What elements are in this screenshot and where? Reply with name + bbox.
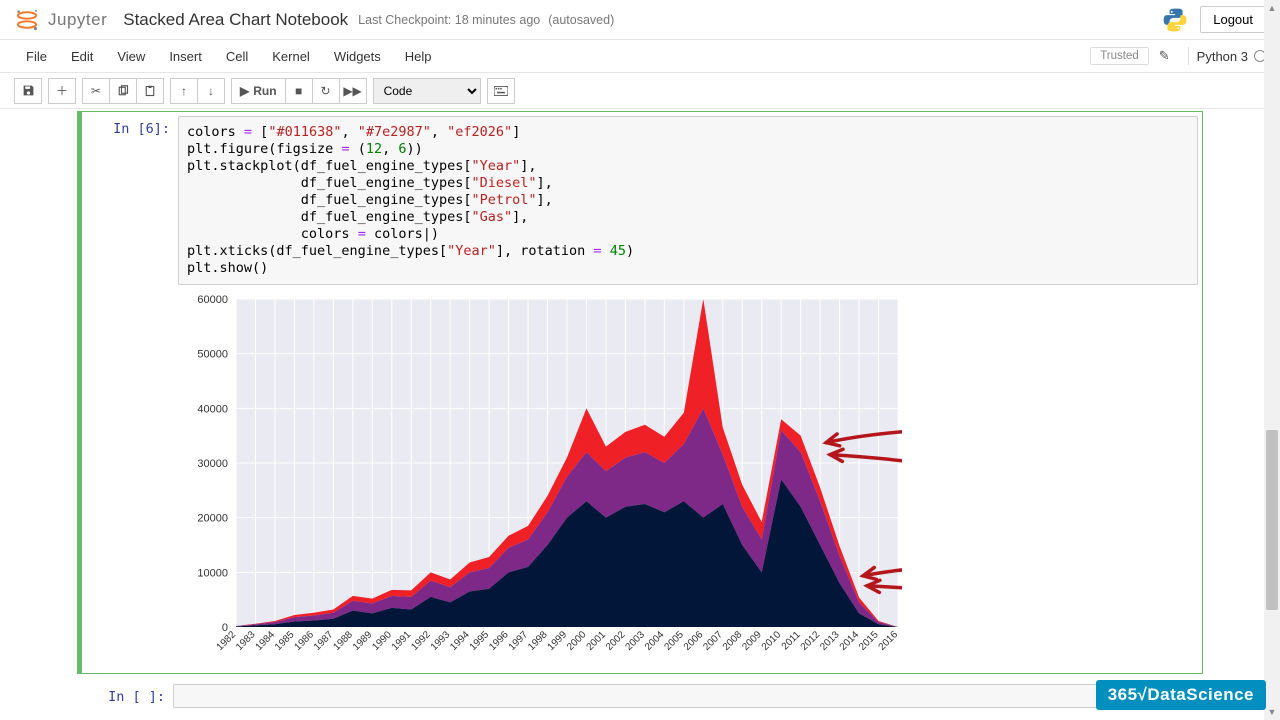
svg-text:60000: 60000 — [197, 294, 228, 306]
svg-text:50000: 50000 — [197, 349, 228, 361]
svg-text:2015: 2015 — [857, 629, 881, 653]
menu-view[interactable]: View — [105, 43, 157, 70]
vertical-scrollbar[interactable]: ▲ ▼ — [1264, 0, 1280, 720]
autosaved-text: (autosaved) — [548, 13, 614, 27]
svg-text:1989: 1989 — [351, 629, 375, 653]
svg-text:2010: 2010 — [760, 629, 784, 653]
checkpoint-text: Last Checkpoint: 18 minutes ago — [358, 13, 540, 27]
command-palette-icon[interactable] — [487, 78, 515, 104]
svg-text:1994: 1994 — [448, 629, 472, 653]
fast-forward-icon[interactable]: ▶▶ — [339, 78, 367, 104]
svg-text:2008: 2008 — [721, 629, 745, 653]
header: Jupyter Stacked Area Chart Notebook Last… — [0, 0, 1280, 40]
svg-text:2012: 2012 — [799, 629, 823, 653]
logout-button[interactable]: Logout — [1200, 6, 1266, 33]
svg-text:1992: 1992 — [409, 629, 433, 653]
svg-text:30000: 30000 — [197, 458, 228, 470]
code-cell[interactable]: In [6]: colors = ["#011638", "#7e2987", … — [77, 111, 1203, 674]
move-up-icon[interactable]: ↑ — [170, 78, 198, 104]
menu-file[interactable]: File — [14, 43, 59, 70]
menu-widgets[interactable]: Widgets — [322, 43, 393, 70]
svg-text:2016: 2016 — [877, 629, 901, 653]
notebook-container: In [6]: colors = ["#011638", "#7e2987", … — [0, 109, 1280, 720]
svg-text:1982: 1982 — [215, 629, 239, 653]
svg-text:2002: 2002 — [604, 629, 628, 653]
python-icon — [1162, 7, 1188, 33]
stacked-area-chart: 0100002000030000400005000060000198219831… — [178, 291, 902, 669]
svg-text:20000: 20000 — [197, 513, 228, 525]
scroll-up-icon[interactable]: ▲ — [1264, 0, 1280, 16]
menubar: FileEditViewInsertCellKernelWidgetsHelp … — [0, 40, 1280, 73]
menu-insert[interactable]: Insert — [157, 43, 214, 70]
jupyter-logo[interactable]: Jupyter — [14, 7, 107, 33]
scrollbar-thumb[interactable] — [1266, 430, 1278, 610]
svg-text:2001: 2001 — [585, 629, 609, 653]
svg-text:1988: 1988 — [331, 629, 355, 653]
scroll-down-icon[interactable]: ▼ — [1264, 704, 1280, 720]
run-button[interactable]: ▶Run — [231, 78, 286, 104]
svg-text:1983: 1983 — [234, 629, 258, 653]
kernel-name: Python 3 — [1197, 49, 1248, 64]
svg-text:40000: 40000 — [197, 403, 228, 415]
svg-text:2009: 2009 — [740, 629, 764, 653]
stop-icon[interactable]: ■ — [285, 78, 313, 104]
svg-text:1991: 1991 — [390, 629, 414, 653]
svg-text:2007: 2007 — [701, 629, 725, 653]
svg-text:2003: 2003 — [623, 629, 647, 653]
copy-icon[interactable] — [109, 78, 137, 104]
menu-help[interactable]: Help — [393, 43, 444, 70]
svg-text:1998: 1998 — [526, 629, 550, 653]
empty-code-cell[interactable]: In [ ]: — [77, 680, 1203, 712]
kernel-indicator[interactable]: Python 3 — [1197, 49, 1266, 64]
svg-text:1995: 1995 — [468, 629, 492, 653]
datascience-watermark: 365√DataScience — [1096, 680, 1266, 710]
menu-kernel[interactable]: Kernel — [260, 43, 322, 70]
pencil-icon[interactable]: ✎ — [1159, 48, 1170, 64]
save-icon[interactable] — [14, 78, 42, 104]
svg-text:2006: 2006 — [682, 629, 706, 653]
celltype-select[interactable]: Code — [373, 78, 481, 104]
input-prompt: In [6]: — [86, 116, 178, 669]
move-down-icon[interactable]: ↓ — [197, 78, 225, 104]
cell-output: 0100002000030000400005000060000198219831… — [178, 291, 1198, 669]
svg-text:1987: 1987 — [312, 629, 336, 653]
restart-icon[interactable]: ↻ — [312, 78, 340, 104]
svg-text:10000: 10000 — [197, 567, 228, 579]
svg-text:2013: 2013 — [818, 629, 842, 653]
svg-text:2004: 2004 — [643, 629, 667, 653]
svg-text:2000: 2000 — [565, 629, 589, 653]
svg-text:2005: 2005 — [662, 629, 686, 653]
svg-text:1999: 1999 — [546, 629, 570, 653]
svg-text:1996: 1996 — [487, 629, 511, 653]
trusted-badge[interactable]: Trusted — [1090, 47, 1149, 65]
logo-text: Jupyter — [48, 10, 107, 30]
svg-text:2011: 2011 — [780, 629, 803, 652]
svg-text:2014: 2014 — [838, 629, 862, 653]
svg-text:1997: 1997 — [507, 629, 531, 653]
svg-text:1990: 1990 — [370, 629, 394, 653]
add-cell-icon[interactable]: ＋ — [48, 78, 76, 104]
paste-icon[interactable] — [136, 78, 164, 104]
empty-prompt: In [ ]: — [81, 684, 173, 708]
svg-text:1984: 1984 — [254, 629, 278, 653]
jupyter-icon — [14, 7, 40, 33]
menu-cell[interactable]: Cell — [214, 43, 260, 70]
svg-text:1993: 1993 — [429, 629, 453, 653]
svg-text:1985: 1985 — [273, 629, 297, 653]
toolbar: ＋ ✂ ↑ ↓ ▶Run ■ ↻ ▶▶ Code — [0, 73, 1280, 109]
cut-icon[interactable]: ✂ — [82, 78, 110, 104]
svg-text:1986: 1986 — [292, 629, 316, 653]
code-input[interactable]: colors = ["#011638", "#7e2987", "ef2026"… — [178, 116, 1198, 285]
notebook-title[interactable]: Stacked Area Chart Notebook — [123, 10, 348, 30]
empty-code-input[interactable] — [173, 684, 1199, 708]
menu-edit[interactable]: Edit — [59, 43, 105, 70]
